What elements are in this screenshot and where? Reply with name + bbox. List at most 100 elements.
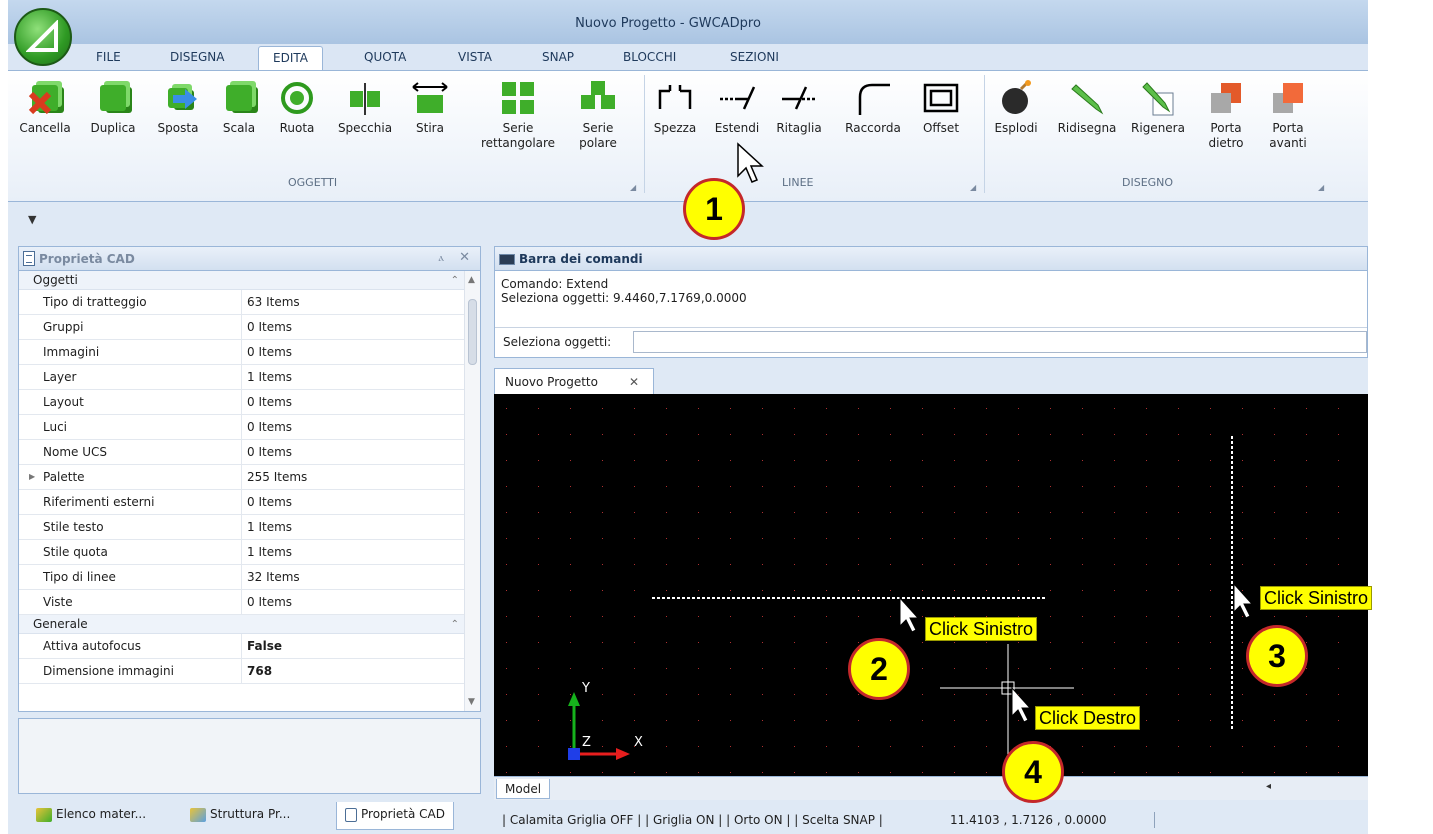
property-value[interactable]: 0 Items [247, 340, 292, 364]
property-value[interactable]: False [247, 634, 282, 658]
porta-avanti-button[interactable]: Porta avanti [1264, 79, 1312, 151]
scroll-thumb[interactable] [468, 299, 477, 365]
category-generale[interactable]: Generale ⌃ [19, 615, 467, 634]
close-tab-icon[interactable]: ✕ [629, 369, 639, 395]
collapse-icon[interactable]: ⌃ [451, 616, 459, 634]
tab-struttura-progetto[interactable]: Struttura Pr... [190, 802, 290, 830]
linee-launcher-icon[interactable]: ◢ [970, 183, 976, 192]
serie-polare-button[interactable]: Serie polare [574, 79, 622, 151]
estendi-icon [718, 79, 756, 117]
column-divider [241, 490, 242, 514]
model-tab[interactable]: Model [496, 779, 551, 799]
property-value[interactable]: 0 Items [247, 590, 292, 614]
collapse-icon[interactable]: ⌃ [451, 272, 459, 290]
cancella-icon [26, 79, 64, 117]
cursor-arrow-icon [899, 596, 920, 633]
stira-button[interactable]: Stira [410, 79, 450, 136]
drawing-area[interactable]: Y Z X [494, 394, 1368, 776]
status-bar: | Calamita Griglia OFF | | Griglia ON | … [494, 806, 1368, 834]
note-click-destro: Click Destro [1035, 706, 1141, 730]
porta-dietro-button[interactable]: Porta dietro [1204, 79, 1248, 151]
property-value[interactable]: 1 Items [247, 515, 292, 539]
command-input[interactable] [633, 331, 1367, 353]
ruota-button[interactable]: Ruota [274, 79, 320, 136]
property-value[interactable]: 1 Items [247, 365, 292, 389]
ritaglia-button[interactable]: Ritaglia [772, 79, 826, 136]
property-value[interactable]: 0 Items [247, 490, 292, 514]
property-row[interactable]: Layout 0 Items [19, 390, 467, 415]
column-divider [241, 365, 242, 389]
tab-elenco-materiali[interactable]: Elenco mater... [36, 802, 146, 830]
property-panel: Proprietà CAD ⲁ ✕ Oggetti ⌃ Tipo di trat… [18, 246, 481, 712]
property-scrollbar[interactable]: ▲ ▼ [464, 271, 480, 711]
tab-snap[interactable]: SNAP [542, 50, 574, 64]
property-grid: Oggetti ⌃ Tipo di tratteggio 63 Items Grup… [19, 271, 467, 711]
scroll-up-icon[interactable]: ▲ [468, 275, 475, 285]
property-row[interactable]: Riferimenti esterni 0 Items [19, 490, 467, 515]
property-row[interactable]: Immagini 0 Items [19, 340, 467, 365]
spezza-button[interactable]: Spezza [648, 79, 702, 136]
ridisegna-button[interactable]: Ridisegna [1054, 79, 1120, 136]
property-value[interactable]: 768 [247, 659, 272, 683]
tab-proprieta-cad[interactable]: Proprietà CAD [336, 802, 455, 830]
raccorda-button[interactable]: Raccorda [840, 79, 906, 136]
scala-button[interactable]: Scala [218, 79, 260, 136]
property-row[interactable]: Stile testo 1 Items [19, 515, 467, 540]
drawing-canvas[interactable]: Y Z X [494, 394, 1368, 776]
tab-disegna[interactable]: DISEGNA [170, 50, 224, 64]
tab-sezioni[interactable]: SEZIONI [730, 50, 779, 64]
offset-button[interactable]: Offset [916, 79, 966, 136]
esplodi-button[interactable]: Esplodi [988, 79, 1044, 136]
property-row[interactable]: Tipo di linee 32 Items [19, 565, 467, 590]
property-row[interactable]: Stile quota 1 Items [19, 540, 467, 565]
sposta-button[interactable]: Sposta [152, 79, 204, 136]
category-oggetti[interactable]: Oggetti ⌃ [19, 271, 467, 290]
property-row[interactable]: Gruppi 0 Items [19, 315, 467, 340]
property-value[interactable]: 32 Items [247, 565, 300, 589]
specchia-button[interactable]: Specchia [334, 79, 396, 136]
app-menu-button[interactable] [14, 8, 72, 66]
disegno-launcher-icon[interactable]: ◢ [1318, 183, 1324, 192]
oggetti-launcher-icon[interactable]: ◢ [630, 183, 636, 192]
property-row[interactable]: Layer 1 Items [19, 365, 467, 390]
property-value[interactable]: 0 Items [247, 415, 292, 439]
property-row[interactable]: Attiva autofocus False [19, 634, 467, 659]
property-row[interactable]: Nome UCS 0 Items [19, 440, 467, 465]
duplica-button[interactable]: Duplica [88, 79, 138, 136]
expand-icon[interactable]: ▶ [29, 465, 35, 489]
estendi-button[interactable]: Estendi [710, 79, 764, 136]
property-value[interactable]: 1 Items [247, 540, 292, 564]
serie-polare-label-2: polare [579, 136, 617, 150]
serie-rettangolare-button[interactable]: Serie rettangolare [478, 79, 558, 151]
property-value[interactable]: 0 Items [247, 315, 292, 339]
property-row[interactable]: Viste 0 Items [19, 590, 467, 615]
rigenera-button[interactable]: Rigenera [1128, 79, 1188, 136]
tab-vista[interactable]: VISTA [458, 50, 492, 64]
tab-quota[interactable]: QUOTA [364, 50, 406, 64]
tab-edita[interactable]: EDITA [258, 46, 323, 71]
cancella-button[interactable]: Cancella [18, 79, 72, 136]
close-icon[interactable]: ✕ [459, 250, 470, 265]
window-title: Nuovo Progetto - GWCADpro [575, 16, 761, 31]
property-value[interactable]: 0 Items [247, 440, 292, 464]
property-value[interactable]: 255 Items [247, 465, 307, 489]
document-tab[interactable]: Nuovo Progetto ✕ [494, 368, 654, 394]
property-value[interactable]: 63 Items [247, 290, 300, 314]
property-row[interactable]: Luci 0 Items [19, 415, 467, 440]
serie-rettangolare-label-1: Serie [502, 121, 534, 135]
callout-1: 1 [683, 178, 745, 240]
tab-blocchi[interactable]: BLOCCHI [623, 50, 676, 64]
property-name: Attiva autofocus [43, 639, 142, 653]
duplica-icon [94, 79, 132, 117]
tab-file[interactable]: FILE [96, 50, 121, 64]
scroll-down-icon[interactable]: ▼ [468, 697, 475, 707]
property-row[interactable]: Tipo di tratteggio 63 Items [19, 290, 467, 315]
tab-label: Struttura Pr... [210, 807, 291, 821]
property-row[interactable]: Dimensione immagini 768 [19, 659, 467, 684]
property-value[interactable]: 0 Items [247, 390, 292, 414]
pin-icon[interactable]: ⲁ [439, 251, 445, 265]
property-row[interactable]: ▶ Palette 255 Items [19, 465, 467, 490]
status-toggles[interactable]: | Calamita Griglia OFF | | Griglia ON | … [502, 813, 883, 827]
customize-toolbar-icon[interactable]: ▼ [28, 213, 36, 226]
scroll-left-icon[interactable]: ◂ [1266, 781, 1271, 792]
